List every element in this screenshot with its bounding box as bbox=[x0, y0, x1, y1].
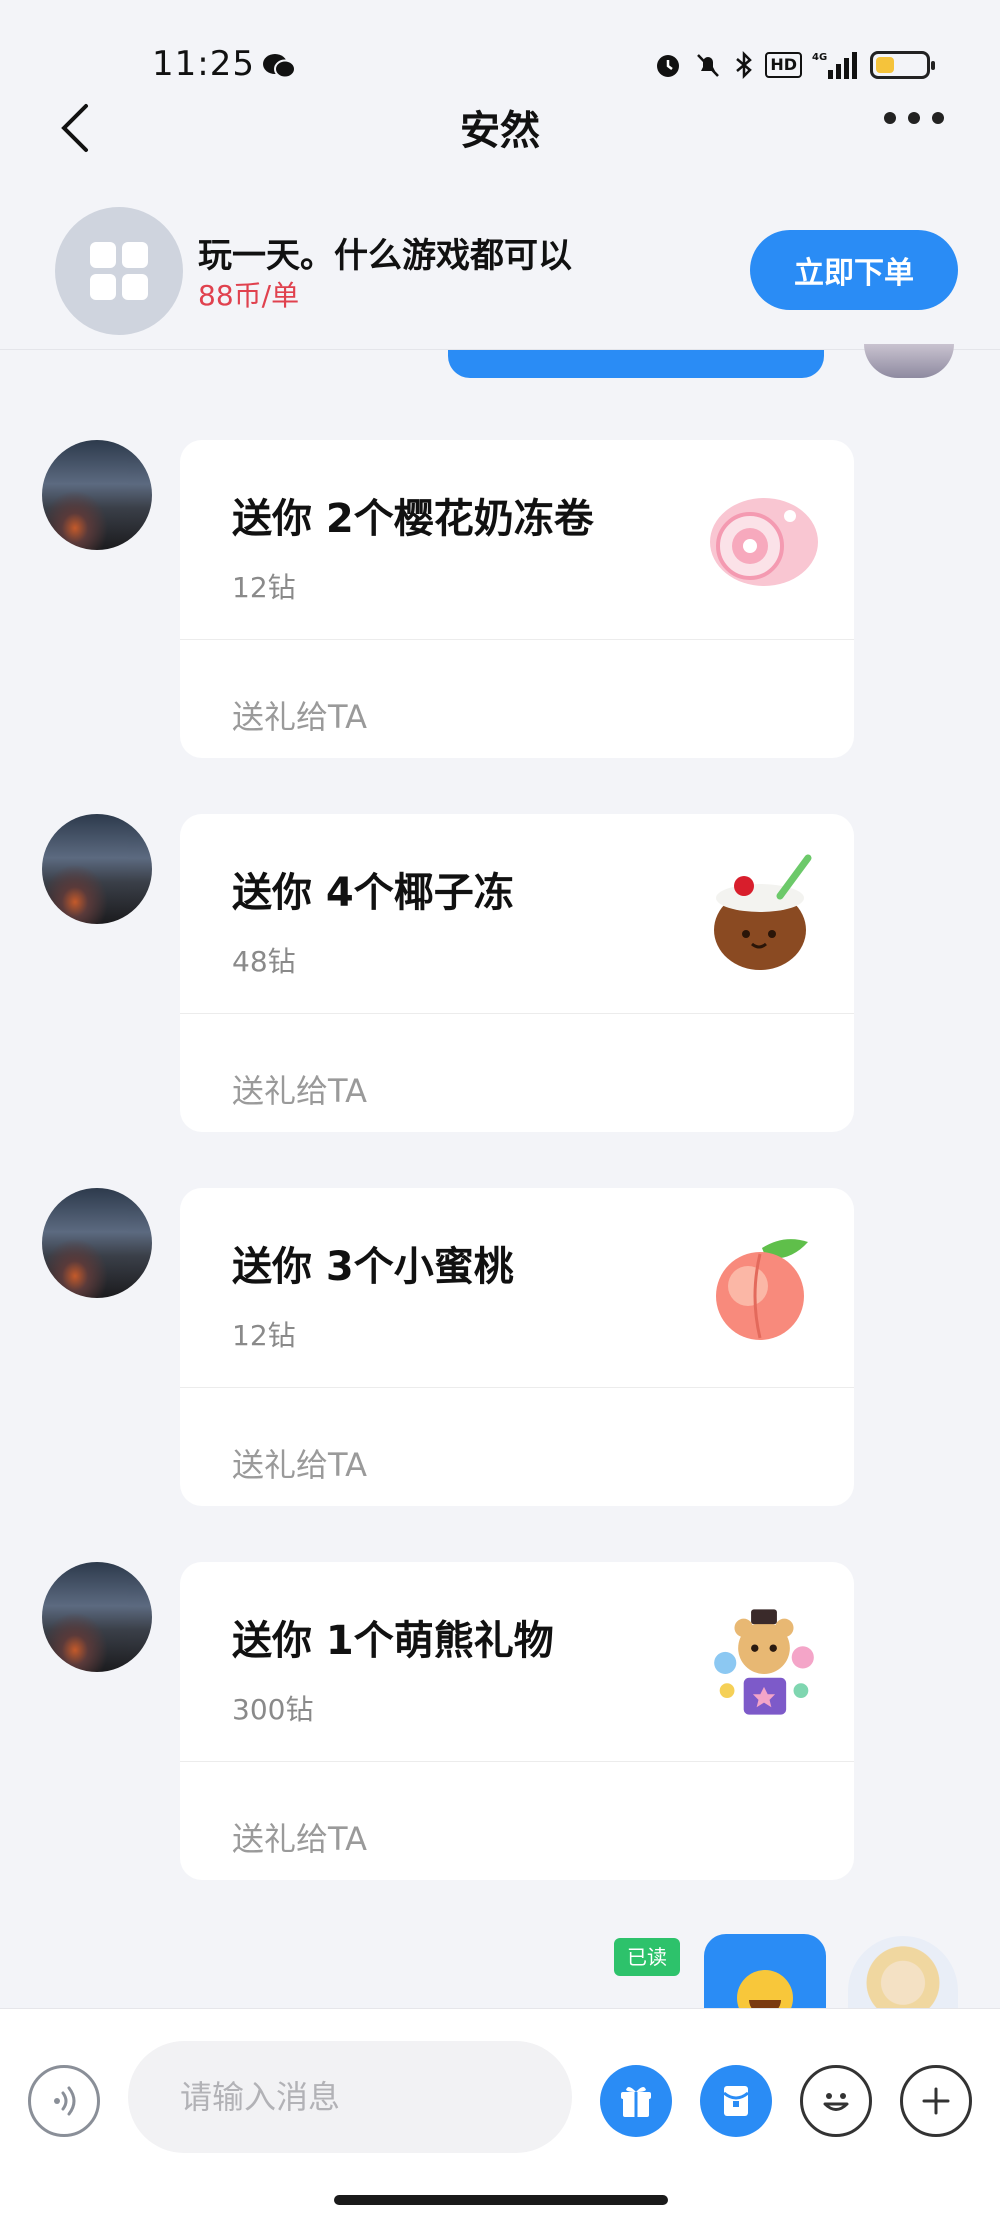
divider bbox=[180, 639, 854, 640]
divider bbox=[180, 1387, 854, 1388]
hd-icon: HD bbox=[765, 52, 802, 78]
red-packet-button[interactable] bbox=[700, 2065, 772, 2137]
read-status-badge: 已读 bbox=[614, 1938, 680, 1976]
gift-title: 送你 2个樱花奶冻卷 bbox=[232, 496, 594, 542]
list-item: 送你 1个萌熊礼物 300钻 送礼给TA bbox=[0, 1562, 1000, 1880]
send-gift-link[interactable]: 送礼给TA bbox=[232, 1066, 367, 1112]
emoji-icon bbox=[823, 2093, 849, 2111]
voice-icon bbox=[54, 2086, 76, 2116]
signal-icon: 4G bbox=[812, 52, 857, 79]
previous-message-bubble[interactable] bbox=[448, 350, 824, 378]
outgoing-message-bubble[interactable] bbox=[704, 1934, 826, 2014]
wechat-icon bbox=[263, 54, 296, 79]
order-now-button[interactable]: 立即下单 bbox=[750, 230, 958, 310]
emoji-button[interactable] bbox=[800, 2065, 872, 2137]
alarm-icon bbox=[657, 55, 680, 77]
battery-icon bbox=[870, 51, 935, 79]
coconut-jelly-icon bbox=[714, 854, 812, 970]
avatar[interactable] bbox=[42, 1188, 152, 1298]
my-avatar[interactable] bbox=[864, 344, 954, 378]
gift-price: 300钻 bbox=[232, 1693, 314, 1726]
list-item: 送你 3个小蜜桃 12钻 送礼给TA bbox=[0, 1188, 1000, 1506]
message-input[interactable] bbox=[128, 2041, 572, 2153]
plus-icon bbox=[922, 2087, 950, 2115]
order-title: 玩一天。什么游戏都可以 bbox=[198, 236, 572, 276]
gift-price: 48钻 bbox=[232, 945, 296, 978]
gift-button[interactable] bbox=[600, 2065, 672, 2137]
bluetooth-icon bbox=[736, 50, 753, 80]
order-price: 88币/单 bbox=[198, 279, 300, 312]
sakura-roll-cake-icon bbox=[710, 498, 818, 586]
more-options-button[interactable] bbox=[900, 2065, 972, 2137]
list-item: 送你 4个椰子冻 48钻 送礼给TA bbox=[0, 814, 1000, 1132]
status-icons: HD 4G bbox=[653, 50, 935, 80]
avatar[interactable] bbox=[42, 1562, 152, 1672]
gift-title: 送你 3个小蜜桃 bbox=[232, 1244, 514, 1290]
send-gift-link[interactable]: 送礼给TA bbox=[232, 1440, 367, 1486]
send-gift-link[interactable]: 送礼给TA bbox=[232, 1814, 367, 1860]
gift-card[interactable]: 送你 2个樱花奶冻卷 12钻 送礼给TA bbox=[180, 440, 854, 758]
send-gift-link[interactable]: 送礼给TA bbox=[232, 692, 367, 738]
gift-price: 12钻 bbox=[232, 1319, 296, 1352]
input-bar bbox=[0, 2008, 1000, 2222]
gift-card[interactable]: 送你 4个椰子冻 48钻 送礼给TA bbox=[180, 814, 854, 1132]
service-grid-icon bbox=[55, 207, 183, 335]
gift-title: 送你 4个椰子冻 bbox=[232, 870, 514, 916]
more-dots-icon[interactable] bbox=[884, 112, 950, 124]
svg-text:4G: 4G bbox=[812, 52, 827, 63]
order-banner: 玩一天。什么游戏都可以 88币/单 立即下单 bbox=[0, 190, 1000, 350]
status-bar: 11:25 HD 4G bbox=[0, 0, 1000, 90]
gift-icon bbox=[621, 2086, 651, 2117]
gift-card[interactable]: 送你 3个小蜜桃 12钻 送礼给TA bbox=[180, 1188, 854, 1506]
avatar[interactable] bbox=[42, 440, 152, 550]
my-avatar[interactable] bbox=[848, 1936, 958, 2014]
status-time: 11:25 bbox=[152, 44, 255, 84]
divider bbox=[180, 1761, 854, 1762]
mute-icon bbox=[697, 54, 720, 77]
gift-price: 12钻 bbox=[232, 571, 296, 604]
divider bbox=[180, 1013, 854, 1014]
voice-button[interactable] bbox=[28, 2065, 100, 2137]
list-item: 送你 2个樱花奶冻卷 12钻 送礼给TA bbox=[0, 440, 1000, 758]
page-title: 安然 bbox=[460, 108, 540, 154]
home-indicator[interactable] bbox=[334, 2195, 668, 2205]
gift-title: 送你 1个萌熊礼物 bbox=[232, 1618, 554, 1664]
avatar[interactable] bbox=[42, 814, 152, 924]
red-packet-icon bbox=[723, 2086, 749, 2116]
peach-icon bbox=[716, 1239, 808, 1340]
gift-card[interactable]: 送你 1个萌熊礼物 300钻 送礼给TA bbox=[180, 1562, 854, 1880]
cute-bear-gift-icon bbox=[714, 1609, 814, 1715]
